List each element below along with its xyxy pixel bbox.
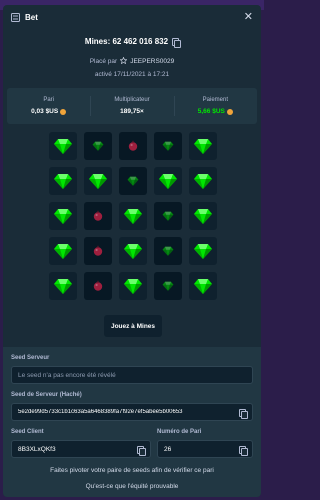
stat-payout-label: Paiement [202, 97, 228, 103]
hashed-seed-label: Seed de Serveur (Haché) [11, 392, 82, 398]
gem-icon [124, 209, 142, 224]
client-seed-label: Seed Client [11, 429, 44, 435]
gem-icon [159, 174, 177, 189]
stat-payout-value: 5,66 $US [198, 108, 233, 115]
mine-icon [93, 245, 103, 256]
gem-tile [189, 167, 217, 195]
hashed-seed-field[interactable]: 5e2de99d5733c1b1c63a5a6468389fa7f92e7ef5… [11, 403, 253, 421]
gem-tile [189, 202, 217, 230]
copy-icon[interactable] [172, 37, 182, 48]
gem-tile-unpicked [154, 202, 182, 230]
nonce-field[interactable]: 26 [157, 440, 253, 458]
mine-icon [128, 140, 138, 151]
gem-tile [154, 167, 182, 195]
gem-icon [89, 174, 107, 189]
hashed-seed-value: 5e2de99d5733c1b1c63a5a6468389fa7f92e7ef5… [18, 409, 183, 415]
gem-tile [119, 237, 147, 265]
gem-icon [54, 139, 72, 154]
gem-icon [124, 279, 142, 294]
gem-tile-unpicked [84, 132, 112, 160]
gem-tile [49, 132, 77, 160]
gem-tile-unpicked [154, 272, 182, 300]
gem-icon [194, 209, 212, 224]
seeds-panel: Seed Serveur Le seed n'a pas encore été … [3, 347, 261, 497]
placed-by-label: Placé par [89, 58, 118, 65]
gem-icon [194, 139, 212, 154]
stat-multiplier: Multiplicateur 189,75× [90, 88, 173, 124]
tile-grid [49, 132, 217, 300]
gem-icon [54, 209, 72, 224]
star-icon [119, 56, 128, 66]
mine-icon [93, 280, 103, 291]
username-link[interactable]: JEEPERS0029 [130, 58, 174, 65]
copy-icon[interactable] [137, 446, 146, 456]
gem-tile [119, 272, 147, 300]
client-seed-field[interactable]: 8B3XLxQKf3 [11, 440, 151, 458]
gem-tile-unpicked [154, 132, 182, 160]
gem-icon [92, 141, 104, 151]
provably-fair-link[interactable]: Qu'est-ce que l'équité prouvable [3, 483, 261, 490]
copy-icon[interactable] [239, 446, 248, 456]
gem-tile [49, 167, 77, 195]
stat-multiplier-value: 189,75× [120, 108, 144, 115]
placed-by: Placé par JEEPERS0029 [3, 56, 261, 66]
rotate-seeds-link[interactable]: Faites pivoter votre paire de seeds afin… [3, 467, 261, 474]
gem-icon [194, 279, 212, 294]
modal-title: Bet [25, 12, 38, 22]
mines-board [3, 124, 261, 346]
gem-tile [189, 237, 217, 265]
gem-tile [119, 202, 147, 230]
gem-icon [54, 244, 72, 259]
stat-payout: Paiement 5,66 $US [173, 88, 257, 124]
bet-icon [11, 12, 21, 22]
coin-icon [60, 108, 67, 115]
bet-id: Mines: 62 462 016 832 [84, 37, 169, 46]
gem-tile-unpicked [119, 167, 147, 195]
gem-icon [162, 281, 174, 291]
gem-icon [162, 141, 174, 151]
stat-multiplier-label: Multiplicateur [114, 97, 150, 103]
gem-icon [162, 211, 174, 221]
gem-tile [49, 202, 77, 230]
gem-tile [189, 272, 217, 300]
gem-tile [84, 167, 112, 195]
nonce-label: Numéro de Pari [157, 429, 202, 435]
coin-icon [226, 108, 233, 115]
stat-bet-label: Pari [43, 97, 54, 103]
gem-icon [124, 244, 142, 259]
gem-icon [54, 174, 72, 189]
mine-icon [93, 210, 103, 221]
modal-header: Bet ✕ [3, 5, 261, 29]
gem-tile-unpicked [154, 237, 182, 265]
bet-stats: Pari 0,03 $US Multiplicateur 189,75× Pai… [7, 88, 257, 124]
play-mines-button[interactable]: Jouez à Mines [104, 315, 162, 337]
stat-bet-value: 0,03 $US [31, 108, 67, 115]
gem-icon [194, 174, 212, 189]
close-icon[interactable]: ✕ [244, 11, 253, 23]
mine-tile [119, 132, 147, 160]
gem-icon [194, 244, 212, 259]
mine-tile [84, 237, 112, 265]
gem-icon [127, 176, 139, 186]
bet-date: activé 17/11/2021 à 17:21 [94, 71, 170, 78]
bet-id-row: Mines: 62 462 016 832 [3, 37, 261, 48]
nonce-value: 26 [164, 445, 172, 453]
server-seed-label: Seed Serveur [11, 355, 50, 361]
gem-tile [49, 237, 77, 265]
gem-tile [189, 132, 217, 160]
mine-tile [84, 202, 112, 230]
gem-icon [162, 246, 174, 256]
gem-tile [49, 272, 77, 300]
server-seed-field[interactable]: Le seed n'a pas encore été révélé [11, 366, 253, 384]
client-seed-value: 8B3XLxQKf3 [18, 445, 56, 453]
gem-icon [54, 279, 72, 294]
mine-tile [84, 272, 112, 300]
bet-modal: Bet ✕ Mines: 62 462 016 832 Placé par JE… [3, 5, 261, 497]
stat-bet: Pari 0,03 $US [7, 88, 90, 124]
copy-icon[interactable] [239, 409, 248, 419]
